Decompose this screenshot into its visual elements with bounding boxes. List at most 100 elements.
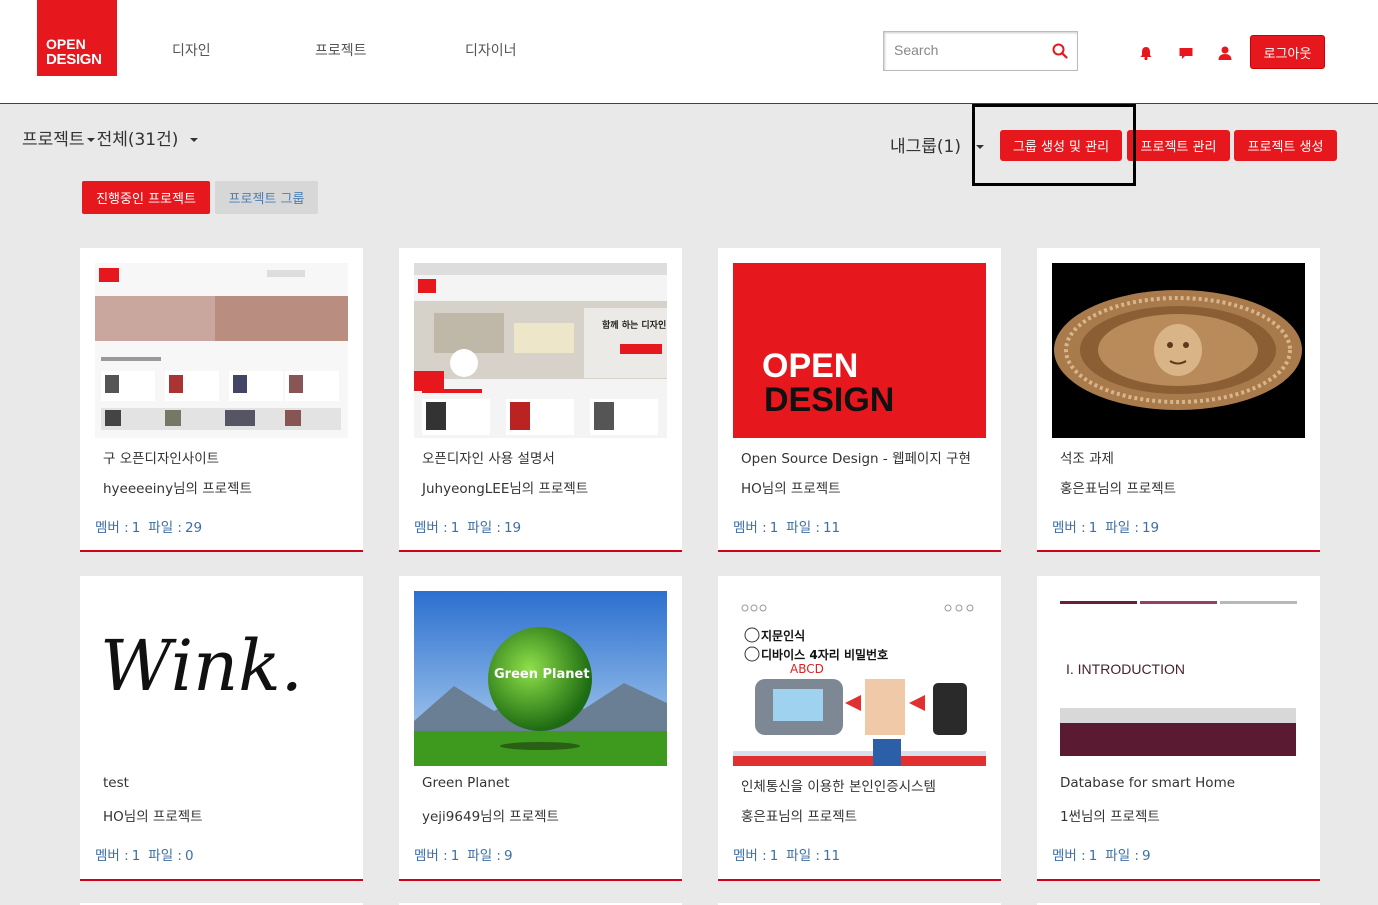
message-icon[interactable]: [1177, 44, 1195, 62]
project-owner: JuhyeongLEE님의 프로젝트: [422, 481, 589, 497]
files-count: 9: [1141, 848, 1151, 864]
members-label: 멤버 :: [95, 848, 129, 864]
project-card[interactable]: Green Planet Green Planet yeji9649님의 프로젝…: [399, 576, 682, 881]
files-label: 파일 :: [148, 520, 182, 536]
project-thumbnail: Green Planet: [414, 591, 667, 766]
members-count: 1: [131, 848, 141, 864]
files-label: 파일 :: [786, 848, 820, 864]
members-label: 멤버 :: [95, 520, 129, 536]
files-count: 29: [184, 520, 203, 536]
project-owner: HO님의 프로젝트: [741, 481, 841, 497]
project-title: 인체통신을 이용한 본인인증시스템: [741, 779, 936, 795]
files-label: 파일 :: [467, 848, 501, 864]
project-owner: HO님의 프로젝트: [103, 809, 203, 825]
project-stats: 멤버 :1 파일 :29: [95, 516, 210, 536]
thumbnail-overlay-text: ABCD: [790, 662, 824, 676]
project-card[interactable]: Wink. test HO님의 프로젝트 멤버 :1 파일 :0: [80, 576, 363, 881]
project-thumbnail: I. INTRODUCTION: [1052, 591, 1305, 766]
project-title: Database for smart Home: [1060, 775, 1236, 791]
project-owner: 홍은표님의 프로젝트: [1060, 481, 1177, 497]
files-count: 11: [822, 520, 841, 536]
my-group-label: 내그룹(1): [890, 137, 962, 157]
files-count: 0: [184, 848, 194, 864]
project-title: Open Source Design - 웹페이지 구현: [741, 451, 971, 467]
thumbnail-overlay-text: DESIGN: [764, 381, 895, 419]
chevron-down-icon: [86, 138, 95, 142]
project-manage-button[interactable]: 프로젝트 관리: [1127, 130, 1230, 161]
project-thumbnail: [1052, 263, 1305, 438]
category-dropdown[interactable]: 프로젝트: [22, 130, 97, 150]
open-design-logo[interactable]: OPEN DESIGN: [37, 0, 117, 76]
members-count: 1: [1088, 520, 1098, 536]
project-title: 오픈디자인 사용 설명서: [422, 451, 555, 467]
project-thumbnail: 함께 하는 디자인: [414, 263, 667, 438]
search-input[interactable]: [892, 41, 1046, 59]
project-stats: 멤버 :1 파일 :11: [733, 516, 848, 536]
project-title: test: [103, 775, 129, 791]
nav-design[interactable]: 디자인: [172, 40, 211, 60]
project-owner: 1썬님의 프로젝트: [1060, 809, 1160, 825]
files-label: 파일 :: [1105, 848, 1139, 864]
project-card[interactable]: I. INTRODUCTION Database for smart Home …: [1037, 576, 1320, 881]
project-card[interactable]: 지문인식 디바이스 4자리 비밀번호 ABCD 인체통신을 이용한 본인인증시스…: [718, 576, 1001, 881]
bell-icon[interactable]: [1137, 44, 1155, 62]
project-card[interactable]: OPEN DESIGN Open Source Design - 웹페이지 구현…: [718, 248, 1001, 552]
members-count: 1: [450, 848, 460, 864]
filter-label: 전체(31건): [96, 130, 179, 150]
nav-project[interactable]: 프로젝트: [315, 40, 367, 60]
files-count: 19: [1141, 520, 1160, 536]
files-label: 파일 :: [467, 520, 501, 536]
members-label: 멤버 :: [733, 520, 767, 536]
project-stats: 멤버 :1 파일 :9: [414, 844, 521, 864]
project-thumbnail: OPEN DESIGN: [733, 263, 986, 438]
project-create-button[interactable]: 프로젝트 생성: [1234, 130, 1337, 161]
logo-line1: OPEN: [46, 36, 86, 52]
category-label: 프로젝트: [22, 130, 85, 150]
files-label: 파일 :: [786, 520, 820, 536]
project-stats: 멤버 :1 파일 :0: [95, 844, 202, 864]
filter-dropdown[interactable]: 전체(31건): [97, 130, 200, 150]
files-count: 19: [503, 520, 522, 536]
members-label: 멤버 :: [414, 520, 448, 536]
top-header: OPEN DESIGN 디자인 프로젝트 디자이너 로그아웃: [0, 0, 1378, 104]
project-thumbnail: [95, 263, 348, 438]
filter-row: 프로젝트 전체(31건): [22, 125, 200, 150]
members-label: 멤버 :: [733, 848, 767, 864]
search-box: [883, 31, 1078, 71]
chevron-down-icon: [189, 138, 198, 142]
highlight-box: [972, 104, 1136, 186]
thumbnail-overlay-text: I. INTRODUCTION: [1066, 661, 1185, 677]
project-stats: 멤버 :1 파일 :19: [414, 516, 529, 536]
logout-button[interactable]: 로그아웃: [1250, 35, 1325, 69]
members-count: 1: [769, 520, 779, 536]
project-card[interactable]: 석조 과제 홍은표님의 프로젝트 멤버 :1 파일 :19: [1037, 248, 1320, 552]
members-label: 멤버 :: [414, 848, 448, 864]
project-stats: 멤버 :1 파일 :9: [1052, 844, 1159, 864]
project-thumbnail: Wink.: [95, 591, 348, 766]
thumbnail-overlay-text: OPEN: [762, 347, 859, 385]
user-icon[interactable]: [1216, 44, 1234, 62]
project-title: Green Planet: [422, 775, 510, 791]
members-count: 1: [1088, 848, 1098, 864]
project-card[interactable]: 구 오픈디자인사이트 hyeeeeiny님의 프로젝트 멤버 :1 파일 :29: [80, 248, 363, 552]
files-label: 파일 :: [148, 848, 182, 864]
tab-active-projects[interactable]: 진행중인 프로젝트: [82, 181, 210, 214]
files-count: 11: [822, 848, 841, 864]
project-card[interactable]: 함께 하는 디자인 오픈디자인 사용 설명서 JuhyeongLEE님의 프로젝…: [399, 248, 682, 552]
members-count: 1: [769, 848, 779, 864]
project-title: 구 오픈디자인사이트: [103, 451, 220, 467]
project-title: 석조 과제: [1060, 451, 1114, 467]
nav-designer[interactable]: 디자이너: [465, 40, 517, 60]
thumbnail-overlay-text: 지문인식: [761, 629, 806, 643]
logo-line2: DESIGN: [46, 51, 102, 68]
thumbnail-overlay-text: Wink.: [100, 625, 303, 707]
files-count: 9: [503, 848, 513, 864]
project-owner: hyeeeeiny님의 프로젝트: [103, 481, 252, 497]
project-owner: 홍은표님의 프로젝트: [741, 809, 858, 825]
project-stats: 멤버 :1 파일 :19: [1052, 516, 1167, 536]
search-icon[interactable]: [1051, 42, 1069, 60]
thumbnail-overlay-text: 함께 하는 디자인: [602, 321, 667, 331]
project-thumbnail: 지문인식 디바이스 4자리 비밀번호 ABCD: [733, 591, 986, 766]
files-label: 파일 :: [1105, 520, 1139, 536]
tab-project-groups[interactable]: 프로젝트 그룹: [215, 181, 318, 214]
